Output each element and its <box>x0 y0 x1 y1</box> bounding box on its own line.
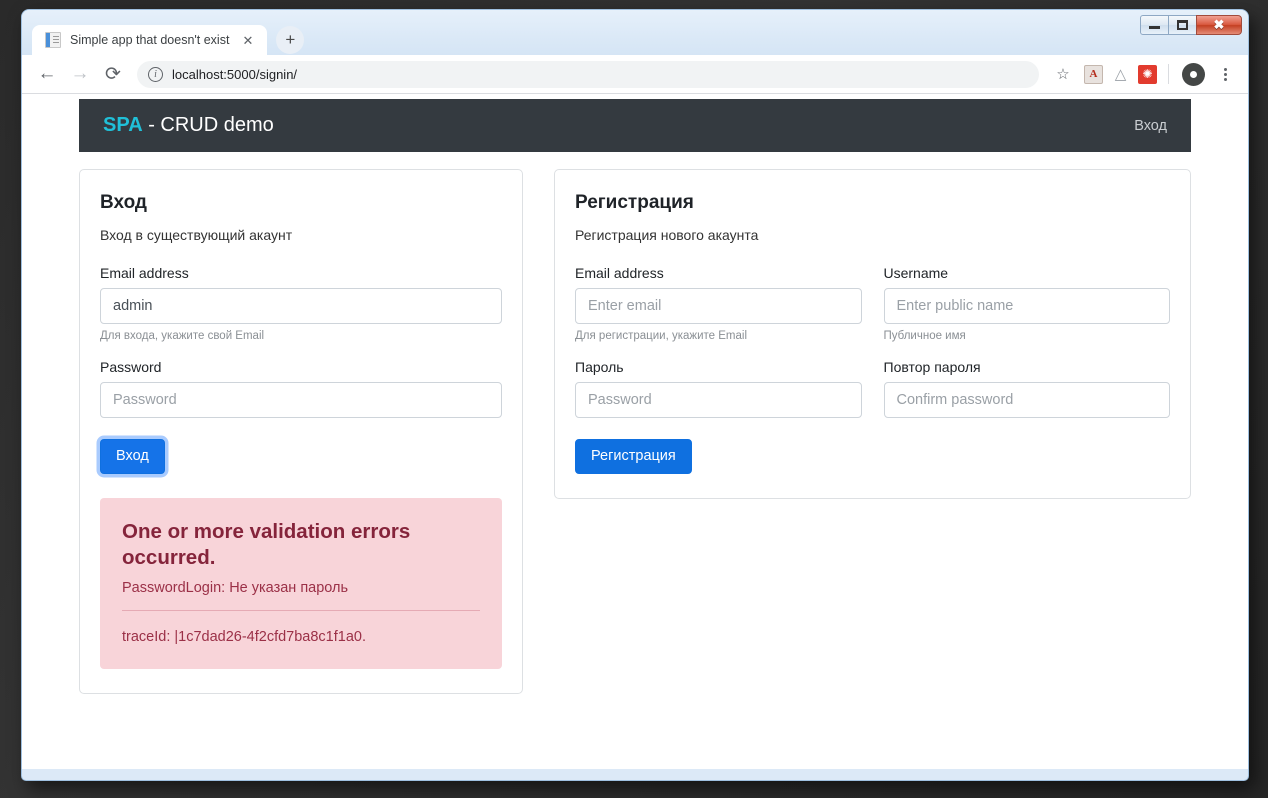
alert-error-item: PasswordLogin: Не указан пароль <box>122 579 349 596</box>
register-card: Регистрация Регистрация нового акаунта E… <box>554 169 1191 499</box>
login-password-input[interactable]: Password <box>100 382 502 418</box>
brand-accent-text: SPA <box>103 114 143 136</box>
login-email-input[interactable]: admin <box>100 288 502 324</box>
close-icon[interactable]: ✕ <box>238 34 257 47</box>
alert-title: One or more validation errors occurred. <box>122 519 411 569</box>
login-password-field-group: Password Password <box>100 359 502 418</box>
register-card-subtitle: Регистрация нового акаунта <box>575 227 759 243</box>
login-card-subtitle: Вход в существующий акаунт <box>100 227 293 243</box>
back-icon[interactable]: ← <box>32 59 62 89</box>
bookmark-star-icon[interactable]: ☆ <box>1050 65 1076 83</box>
register-email-label: Email address <box>575 265 664 281</box>
tab-strip: Simple app that doesn't exist ✕ + <box>32 25 305 55</box>
page-viewport: SPA - CRUD demo Вход Вход Вход в существ… <box>22 94 1248 769</box>
profile-avatar-icon[interactable] <box>1182 62 1205 86</box>
login-email-label: Email address <box>100 265 189 281</box>
site-info-icon[interactable]: i <box>148 66 163 82</box>
window-controls: ✖ <box>1140 14 1242 35</box>
page-container: Вход Вход в существующий акаунт Email ad… <box>22 152 1248 694</box>
address-bar[interactable]: i localhost:5000/signin/ <box>137 60 1039 88</box>
register-confirm-label: Повтор пароля <box>883 359 981 375</box>
login-card: Вход Вход в существующий акаунт Email ad… <box>79 169 523 694</box>
register-username-field-group: Username Enter public name Публичное имя <box>883 265 1170 342</box>
document-icon <box>45 32 61 48</box>
toolbar-divider <box>1168 64 1169 84</box>
drive-extension-icon[interactable]: △ <box>1111 64 1130 84</box>
reload-icon[interactable]: ⟳ <box>98 59 128 89</box>
register-password-field-group: Пароль Password <box>575 359 862 418</box>
browser-window: Simple app that doesn't exist ✕ + ✖ ← → … <box>21 9 1249 781</box>
alert-trace-id: traceId: |1c7dad26-4f2cfd7ba8c1f1a0. <box>122 628 367 645</box>
new-tab-button[interactable]: + <box>276 26 305 54</box>
register-username-label: Username <box>883 265 949 281</box>
pdf-extension-icon[interactable]: A <box>1084 64 1103 84</box>
alert-divider <box>122 609 480 611</box>
minimize-button[interactable] <box>1140 14 1169 35</box>
login-email-field-group: Email address admin Для входа, укажите с… <box>100 265 502 342</box>
register-confirm-input[interactable]: Confirm password <box>883 382 1170 418</box>
register-password-input[interactable]: Password <box>575 382 862 418</box>
login-submit-button[interactable]: Вход <box>100 439 165 474</box>
register-email-input[interactable]: Enter email <box>575 288 862 324</box>
browser-toolbar: ← → ⟳ i localhost:5000/signin/ ☆ A △ ✺ <box>22 55 1248 94</box>
url-text: localhost:5000/signin/ <box>172 66 298 82</box>
close-button[interactable]: ✖ <box>1196 14 1242 35</box>
validation-error-alert: One or more validation errors occurred. … <box>100 497 502 669</box>
site-navbar: SPA - CRUD demo Вход <box>79 99 1191 152</box>
register-email-help: Для регистрации, укажите Email <box>575 330 747 342</box>
register-row-1: Email address Enter email Для регистраци… <box>575 265 1170 346</box>
red-extension-icon[interactable]: ✺ <box>1138 64 1157 84</box>
register-confirm-field-group: Повтор пароля Confirm password <box>883 359 1170 418</box>
navbar-signin-link[interactable]: Вход <box>1134 118 1167 134</box>
login-email-help: Для входа, укажите свой Email <box>100 330 265 342</box>
register-row-2: Пароль Password Повтор пароля Confirm pa… <box>575 359 1170 422</box>
login-password-label: Password <box>100 359 162 375</box>
register-submit-button[interactable]: Регистрация <box>575 439 692 474</box>
tab-title: Simple app that doesn't exist <box>70 33 230 47</box>
browser-tab[interactable]: Simple app that doesn't exist ✕ <box>32 25 268 55</box>
register-email-field-group: Email address Enter email Для регистраци… <box>575 265 862 342</box>
register-username-help: Публичное имя <box>883 330 966 342</box>
register-password-label: Пароль <box>575 359 624 375</box>
site-brand[interactable]: SPA - CRUD demo <box>103 114 274 137</box>
window-titlebar: Simple app that doesn't exist ✕ + ✖ <box>22 10 1248 55</box>
browser-menu-icon[interactable] <box>1212 66 1238 83</box>
login-card-title: Вход <box>100 192 147 213</box>
maximize-button[interactable] <box>1168 14 1197 35</box>
register-username-input[interactable]: Enter public name <box>883 288 1170 324</box>
forward-icon[interactable]: → <box>65 59 95 89</box>
register-card-title: Регистрация <box>575 192 694 213</box>
brand-rest-text: - CRUD demo <box>142 114 274 136</box>
